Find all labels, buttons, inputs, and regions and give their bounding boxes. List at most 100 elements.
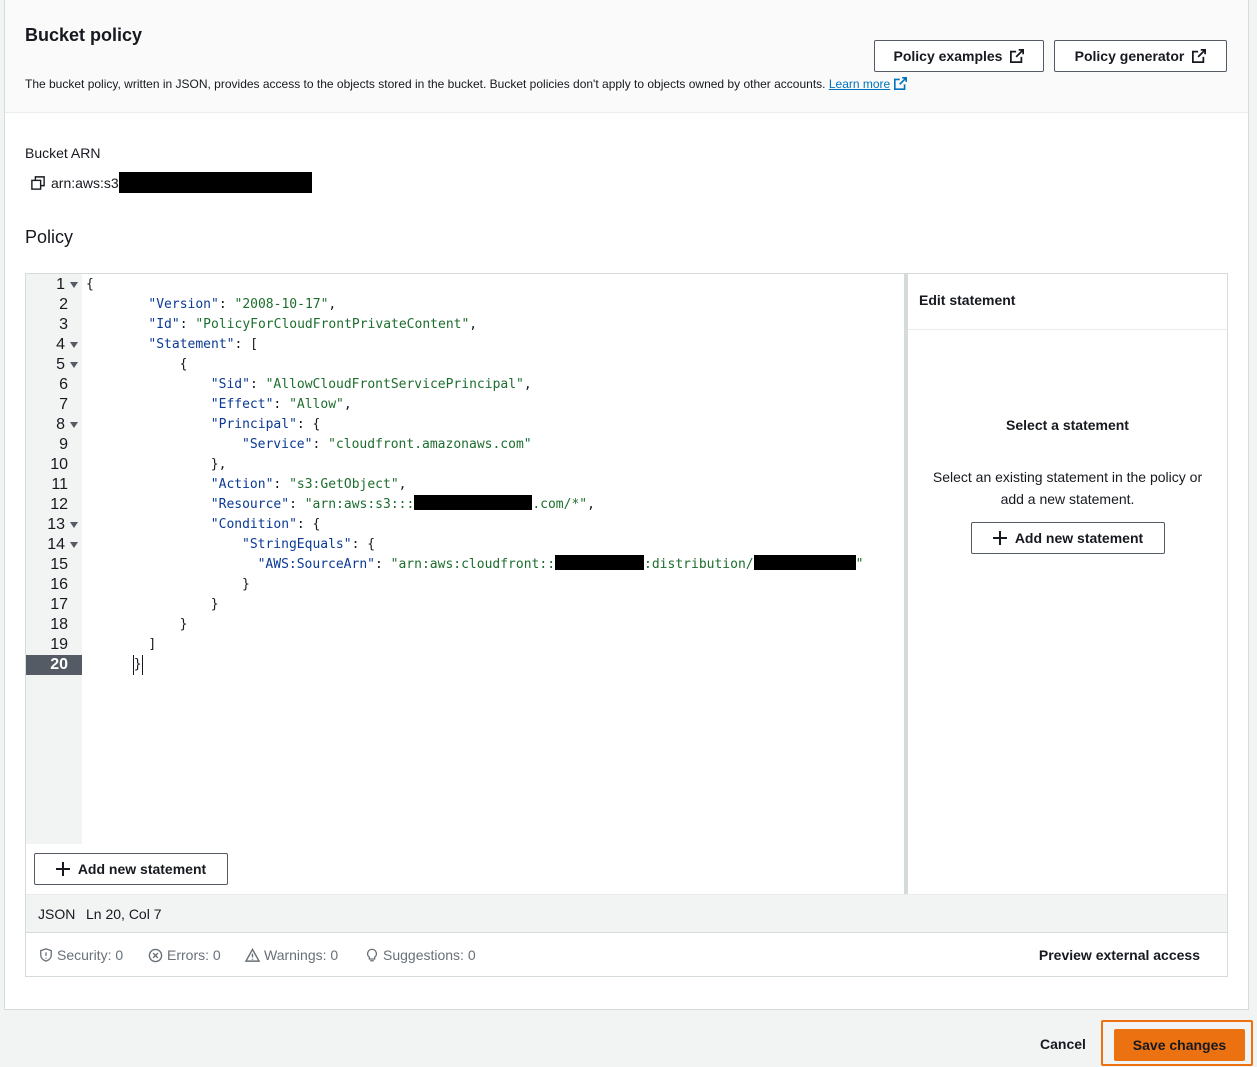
code-line[interactable]: 8 "Principal": {	[26, 415, 904, 435]
editor-bottom-bar: Add new statement	[26, 844, 904, 894]
redaction-bar	[118, 172, 312, 193]
cancel-button[interactable]: Cancel	[1040, 1036, 1086, 1052]
fold-caret-icon[interactable]	[70, 362, 78, 368]
code-text: "Service": "cloudfront.amazonaws.com"	[242, 435, 532, 455]
security-tab[interactable]: Security: 0	[39, 947, 123, 963]
fold-caret-icon[interactable]	[70, 522, 78, 528]
json-key: "Action"	[210, 477, 274, 492]
code-line[interactable]: 4 "Statement": [	[26, 335, 904, 355]
json-key: "Principal"	[210, 417, 297, 432]
description-text: The bucket policy, written in JSON, prov…	[25, 77, 826, 91]
line-number: 20	[26, 655, 82, 675]
json-key: "StringEquals"	[242, 537, 352, 552]
line-number-text: 2	[59, 296, 68, 313]
line-number-text: 20	[50, 656, 68, 673]
line-number: 17	[26, 595, 82, 615]
code-text: "Sid": "AllowCloudFrontServicePrincipal"…	[211, 375, 532, 395]
code-line[interactable]: 18}	[26, 615, 904, 635]
panel-title: Bucket policy	[25, 25, 143, 45]
line-number: 6	[26, 375, 82, 395]
line-number: 5	[26, 355, 82, 375]
suggestions-tab[interactable]: Suggestions: 0	[365, 947, 476, 963]
code-text: "Principal": {	[211, 415, 321, 435]
json-code-area[interactable]: 1{2 "Version": "2008-10-17", 3 "Id": "Polic…	[26, 274, 904, 844]
json-punctuation: ,	[587, 497, 595, 512]
edit-statement-header: Edit statement	[908, 274, 1227, 330]
code-line[interactable]: 15 "AWS:SourceArn": "arn:aws:cloudfront::…	[26, 555, 904, 575]
code-line[interactable]: 19]	[26, 635, 904, 655]
external-link-icon	[1010, 49, 1025, 63]
code-line[interactable]: 14 "StringEquals": {	[26, 535, 904, 555]
add-new-statement-button[interactable]: Add new statement	[34, 853, 228, 885]
json-punctuation: }	[242, 577, 250, 592]
line-number-text: 6	[59, 376, 68, 393]
code-line[interactable]: 1{	[26, 275, 904, 295]
policy-generator-button[interactable]: Policy generator	[1054, 40, 1227, 72]
json-string: "2008-10-17"	[234, 297, 329, 312]
bucket-policy-panel: Bucket policy The bucket policy, written…	[4, 0, 1249, 1010]
policy-generator-label: Policy generator	[1074, 48, 1185, 64]
code-text: "AWS:SourceArn": "arn:aws:cloudfront:::d…	[258, 555, 864, 575]
json-punctuation: : {	[296, 417, 321, 432]
code-line[interactable]: 7 "Effect": "Allow",	[26, 395, 904, 415]
code-line[interactable]: 20}	[26, 655, 904, 675]
fold-caret-icon[interactable]	[70, 422, 78, 428]
json-punctuation: },	[210, 457, 227, 472]
code-line[interactable]: 3 "Id": "PolicyForCloudFrontPrivateConten…	[26, 315, 904, 335]
side-add-new-statement-label: Add new statement	[1014, 530, 1144, 546]
line-number: 7	[26, 395, 82, 415]
save-changes-button[interactable]: Save changes	[1114, 1029, 1245, 1061]
code-line[interactable]: 9 "Service": "cloudfront.amazonaws.com"	[26, 435, 904, 455]
code-line[interactable]: 12 "Resource": "arn:aws:s3::: .com/*",	[26, 495, 904, 515]
line-number-text: 7	[59, 396, 68, 413]
fold-caret-icon[interactable]	[70, 282, 78, 288]
errors-count: Errors: 0	[167, 947, 221, 963]
policy-examples-button[interactable]: Policy examples	[874, 40, 1044, 72]
lightbulb-icon	[367, 948, 377, 961]
copy-icon[interactable]	[31, 175, 45, 190]
fold-caret-icon[interactable]	[70, 342, 78, 348]
json-string: "cloudfront.amazonaws.com"	[328, 437, 532, 452]
preview-external-access-button[interactable]: Preview external access	[1039, 947, 1200, 963]
bucket-arn-value: arn:aws:s3	[31, 172, 312, 193]
warnings-tab[interactable]: Warnings: 0	[245, 947, 338, 963]
code-text: {	[86, 275, 94, 295]
code-line[interactable]: 13 "Condition": {	[26, 515, 904, 535]
code-line[interactable]: 11 "Action": "s3:GetObject",	[26, 475, 904, 495]
code-text: "Effect": "Allow",	[211, 395, 352, 415]
code-line[interactable]: 10},	[26, 455, 904, 475]
code-text: "Resource": "arn:aws:s3::: .com/*",	[211, 495, 595, 515]
code-line[interactable]: 17}	[26, 595, 904, 615]
code-line[interactable]: 16}	[26, 575, 904, 595]
json-punctuation: :	[179, 317, 196, 332]
json-punctuation: :	[312, 437, 329, 452]
code-text: "Id": "PolicyForCloudFrontPrivateContent…	[148, 315, 477, 335]
code-line[interactable]: 6 "Sid": "AllowCloudFrontServicePrincipal…	[26, 375, 904, 395]
json-key: "Statement"	[148, 337, 235, 352]
errors-tab[interactable]: Errors: 0	[148, 947, 221, 963]
json-string: :distribution/	[644, 557, 754, 572]
fold-caret-icon[interactable]	[70, 542, 78, 548]
line-number-text: 11	[51, 476, 68, 493]
code-text: }	[180, 615, 188, 635]
code-text: "Statement": [	[148, 335, 258, 355]
json-string: "	[855, 557, 864, 572]
diagnostics-bar: Security: 0 Errors: 0 Warnings: 0 Sugges…	[26, 932, 1227, 976]
code-text: ]	[148, 635, 156, 655]
line-number-text: 13	[47, 516, 65, 533]
line-number-text: 10	[50, 456, 68, 473]
json-punctuation: {	[86, 277, 94, 292]
side-add-new-statement-button[interactable]: Add new statement	[971, 522, 1165, 554]
editor-status-bar: JSON Ln 20, Col 7	[26, 894, 1227, 932]
json-string: "PolicyForCloudFrontPrivateContent"	[195, 317, 470, 332]
add-new-statement-label: Add new statement	[77, 861, 207, 877]
learn-more-link[interactable]: Learn more	[829, 77, 908, 91]
json-string: "arn:aws:s3:::	[304, 497, 415, 512]
code-line[interactable]: 5{	[26, 355, 904, 375]
line-number-text: 14	[47, 536, 65, 553]
code-line[interactable]: 2 "Version": "2008-10-17",	[26, 295, 904, 315]
line-number-text: 19	[50, 636, 68, 653]
code-text: "Action": "s3:GetObject",	[211, 475, 407, 495]
code-text: }	[242, 575, 250, 595]
line-number-text: 16	[50, 576, 68, 593]
